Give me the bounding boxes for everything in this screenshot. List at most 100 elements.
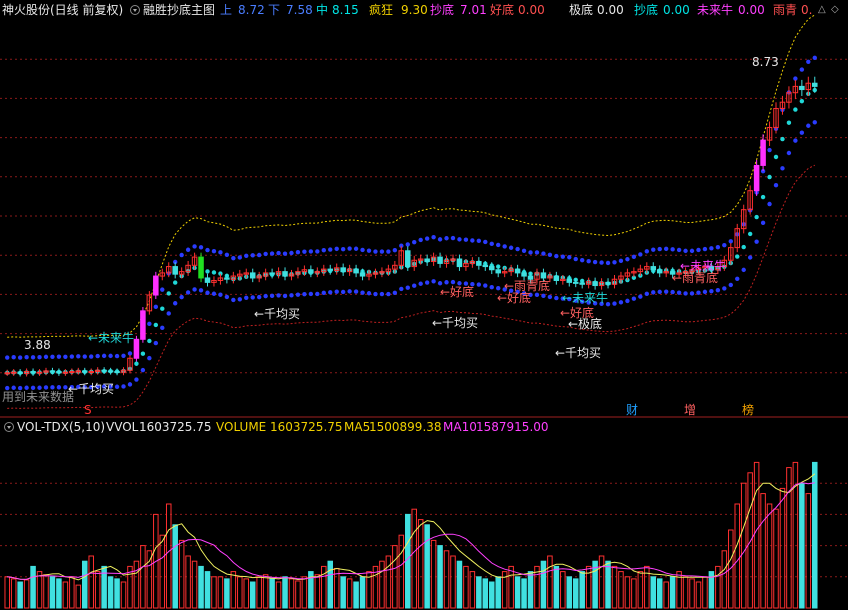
upper-band-dot [599,260,604,265]
upper-band-dot [470,238,475,243]
upper-band-dot [476,238,482,244]
upper-band-dot [373,249,378,254]
mid-band-dot [211,270,217,275]
lower-band-dot [496,286,501,291]
upper-band-dot [289,250,294,256]
lower-band-dot [185,290,191,295]
volume-bar [107,576,114,609]
lower-band-dot [366,291,372,296]
lower-band-dot [127,382,133,387]
chevron-down-icon[interactable] [4,422,14,432]
upper-band-dot [231,255,236,261]
candle-body [812,82,818,87]
lower-band-dot [328,290,333,295]
volume-bar [288,578,295,609]
upper-band-dot [302,249,307,254]
upper-band-dot [806,59,811,64]
upper-band-dot [457,237,462,242]
volume-bar [656,578,663,609]
candle-body [592,281,598,287]
volume-bar [88,555,94,609]
volume-bar [120,581,127,609]
candle-body [340,267,346,273]
mid-band-dot [767,174,772,180]
volume-bar [488,581,495,609]
upper-band-dot [663,246,669,252]
upper-band-dot [489,241,494,247]
upper-band-dot [644,249,650,254]
upper-band-dot [160,287,165,292]
volume-label: VOLUME [216,420,267,434]
lower-band-dot [289,293,294,298]
candle-body [514,268,521,274]
volume-bar [547,555,553,609]
candle-body [656,269,663,274]
lower-band-dot [172,301,178,306]
event-marker: S [84,403,92,417]
candle-body [75,370,82,373]
signal-label: ←千均买 [68,382,114,396]
upper-band-dot [5,355,10,360]
signal-label: ←千均买 [555,346,601,360]
lower-band-dot [806,123,811,128]
upper-band-dot [334,246,339,252]
volume-bar [133,560,140,609]
volume-bar [159,534,166,609]
volume-bar [579,571,585,609]
lower-band-dot [683,291,688,296]
upper-band-dot [63,354,68,359]
upper-band-dot [340,247,346,252]
upper-band-dot [612,260,617,265]
candle-body [107,370,114,373]
lower-band-dot [670,289,675,295]
volume-bar [379,560,385,609]
lower-band-dot [638,294,643,299]
volume-bar [417,519,424,609]
volume-bar [269,578,275,609]
candle-body [566,278,573,283]
upper-band-dot [541,251,546,256]
candle-body [140,310,146,340]
upper-band-dot [127,351,133,356]
candle-body [49,370,56,373]
volume-bar [786,467,792,609]
lower-band-dot [483,283,488,288]
lower-band-dot [121,384,126,389]
volume-bar [256,576,262,609]
volume-bar [4,576,10,609]
volume-bar [49,576,56,609]
upper-band-dot [463,237,469,242]
lower-band-dot [114,384,120,389]
candle-body [133,338,140,359]
upper-band-dot [496,242,501,248]
lower-band-dot [793,138,798,143]
candle-body [753,164,760,192]
volume-bar [385,555,392,609]
volume-bar [605,560,611,609]
volume-bar [346,578,353,609]
candle-body [799,85,805,91]
mid-band-dot [793,107,798,112]
mid-band-dot [205,269,210,274]
lower-band-dot [140,367,146,373]
candle-body [308,269,314,274]
lower-band-dot [295,292,301,297]
volume-bar [682,576,689,609]
upper-band-dot [295,250,301,255]
crazy-line [7,14,816,338]
lower-band-dot [218,292,223,297]
upper-band-dot [534,250,540,255]
mid-band-dot [760,194,766,200]
upper-band-dot [715,244,721,250]
upper-band-dot [89,354,94,359]
upper-band-dot [579,257,585,263]
ma5-value: 1500899.38 [369,420,442,434]
upper-band-dot [554,253,559,259]
candle-body [579,282,585,285]
low-price-label: 3.88 [24,338,51,352]
volume-bar [10,578,17,609]
lower-band-dot [644,291,650,297]
volume-bar [760,493,766,609]
volume-indicator-name[interactable]: VOL-TDX(5,10) [17,419,105,435]
lower-band-dot [450,279,456,285]
